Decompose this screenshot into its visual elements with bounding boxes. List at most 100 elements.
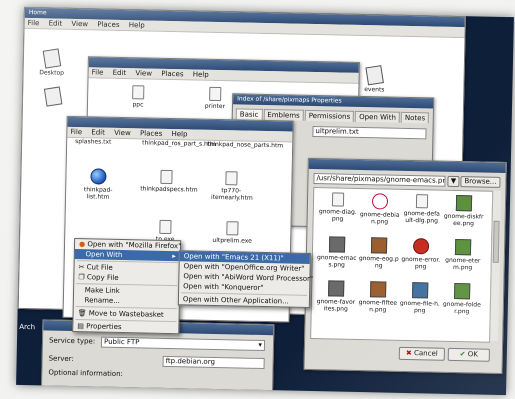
globe-icon <box>90 168 107 185</box>
desktop-icon <box>42 48 62 69</box>
server-field[interactable]: ftp.debian.org <box>162 355 265 370</box>
service-type-select[interactable]: Public FTP ▾ <box>100 336 266 352</box>
ppc-icon <box>132 85 145 100</box>
chooser-icon-label: gnome-folder.png <box>442 300 481 316</box>
cancel-button[interactable]: ✖ Cancel <box>398 346 445 361</box>
menu-item-label: Copy File <box>86 273 119 282</box>
menu-item-label: Properties <box>86 322 122 332</box>
file-label[interactable]: splashes.txt <box>75 138 111 146</box>
debian-swirl-icon <box>371 193 389 210</box>
sq-icon <box>328 236 346 253</box>
chooser-icon-label: gnome-error.png <box>401 255 441 271</box>
menu-view[interactable]: View <box>135 69 152 77</box>
properties-title: Index of /share/pixmaps Properties <box>237 95 342 105</box>
file-label: thinkpadspecs.htm <box>140 185 198 194</box>
firefox-icon: ● <box>78 240 86 249</box>
folder-item[interactable] <box>41 86 65 107</box>
menu-edit[interactable]: Edit <box>91 128 105 136</box>
chooser-icon-item[interactable]: gnome-favorites.png <box>316 280 357 313</box>
sq-icon <box>411 282 429 299</box>
chooser-icon-label: gnome-eterm.png <box>445 256 481 272</box>
trash-icon: 🗑 <box>77 309 87 318</box>
chooser-icon-item[interactable]: gnome-diskfree.png <box>444 195 485 228</box>
file-item[interactable]: ultprelim.exe <box>210 221 254 245</box>
menu-item-properties[interactable]: ▤ Properties <box>73 321 178 333</box>
file-icon <box>43 86 63 107</box>
menu-places[interactable]: Places <box>140 129 162 137</box>
chooser-icon-item[interactable]: gnome-default-dlg.png <box>402 194 443 225</box>
path-dropdown-button[interactable]: ▼ <box>447 175 460 188</box>
menu-view[interactable]: View <box>114 129 131 137</box>
tab-open-with[interactable]: Open With <box>355 110 401 123</box>
menu-item-label: Open With <box>85 250 123 260</box>
printer-item[interactable]: printer <box>198 86 232 111</box>
events-item[interactable]: events <box>356 65 393 94</box>
chooser-icon-label: gnome-default-dlg.png <box>403 209 440 225</box>
menu-edit[interactable]: Edit <box>49 19 63 27</box>
printer-label: printer <box>204 102 226 111</box>
chooser-icon-item[interactable]: gnome-debian.png <box>360 193 401 226</box>
events-icon <box>365 65 384 86</box>
menu-file[interactable]: File <box>70 128 82 136</box>
file-item[interactable]: tp770-itemearly.htm <box>210 171 253 202</box>
menu-help[interactable]: Help <box>193 70 209 78</box>
service-type-value: Public FTP <box>103 337 140 347</box>
document-icon <box>159 219 172 235</box>
chooser-icon-label: gnome-diag.png <box>318 208 357 223</box>
path-field[interactable]: /usr/share/pixmaps/gnome-emacs.png <box>313 173 446 187</box>
file-item[interactable]: thinkpad-list.htm <box>74 168 123 201</box>
file-label: ultprelim.exe <box>212 236 252 245</box>
menu-help[interactable]: Help <box>171 130 187 138</box>
photo-frame: Home File Edit View Places Help Desktop … <box>0 0 515 399</box>
tab-notes[interactable]: Notes <box>400 111 430 124</box>
menu-edit[interactable]: Edit <box>113 69 127 77</box>
menu-places[interactable]: Places <box>97 20 119 28</box>
ok-label: OK <box>467 350 479 359</box>
ppc-item[interactable]: ppc <box>123 85 153 109</box>
submenu-item-other[interactable]: Open with Other Application... <box>179 294 309 307</box>
menu-file[interactable]: File <box>92 68 104 76</box>
chooser-icon-label: gnome-favorites.png <box>316 298 356 313</box>
file-label[interactable]: thinkpad_ros_part_s.htm <box>142 139 216 148</box>
tab-basic[interactable]: Basic <box>235 108 263 120</box>
ok-button[interactable]: ✔ OK <box>447 347 490 362</box>
icon-grid-inner: gnome-diag.png gnome-debian.png gnome-defa… <box>314 188 492 315</box>
chooser-icon-item[interactable]: gnome-error.png <box>401 238 442 271</box>
chooser-icon-item[interactable]: gnome-emacs.png <box>317 236 358 269</box>
scrollbar-thumb[interactable] <box>492 220 500 263</box>
chooser-icon-item[interactable]: gnome-eterm.png <box>443 238 484 272</box>
desktop-label: Desktop <box>39 69 65 77</box>
submenu-arrow-icon: ▸ <box>172 252 176 261</box>
chooser-icon-item[interactable]: gnome-fifteen.png <box>358 281 399 314</box>
chooser-icon-item[interactable]: gnome-folder.png <box>442 282 483 316</box>
service-type-label: Service type: <box>48 336 96 346</box>
file-item[interactable]: thinkpadspecs.htm <box>140 169 198 194</box>
desktop-folder-item[interactable]: Desktop <box>34 48 71 77</box>
sq-icon <box>454 238 472 256</box>
file-label: thinkpad-list.htm <box>83 186 113 201</box>
file-chooser-titlebar[interactable] <box>308 158 506 174</box>
chooser-icon-label: gnome-fifteen.png <box>358 298 398 314</box>
grid-scrollbar[interactable] <box>489 190 502 341</box>
sq-icon <box>328 280 345 297</box>
chooser-icon-item[interactable]: gnome-diag.png <box>318 192 359 223</box>
tab-emblems[interactable]: Emblems <box>263 108 304 121</box>
menu-places[interactable]: Places <box>161 70 183 78</box>
menu-help[interactable]: Help <box>129 21 145 29</box>
browse-button[interactable]: Browse... <box>460 176 501 188</box>
sq-icon <box>370 281 387 298</box>
menu-view[interactable]: View <box>71 20 88 28</box>
chooser-icon-item[interactable]: gnome-eog.png <box>359 237 400 270</box>
tab-permissions[interactable]: Permissions <box>304 109 355 122</box>
cancel-label: Cancel <box>413 349 438 358</box>
chooser-icon-item[interactable]: gnome-file-h.png <box>400 282 441 315</box>
document-icon <box>225 171 238 186</box>
sq-icon <box>455 195 473 212</box>
doc-icon <box>331 192 345 207</box>
file-chooser-window: /usr/share/pixmaps/gnome-emacs.png ▼ Bro… <box>303 157 507 375</box>
file-label: tp770-itemearly.htm <box>210 187 253 202</box>
menu-file[interactable]: File <box>28 19 40 27</box>
chooser-icon-label: gnome-file-h.png <box>399 299 440 315</box>
file-label[interactable]: thinkpad_nose_parts.htm <box>207 141 283 150</box>
properties-name-field[interactable]: ultprelim.txt <box>312 125 427 140</box>
